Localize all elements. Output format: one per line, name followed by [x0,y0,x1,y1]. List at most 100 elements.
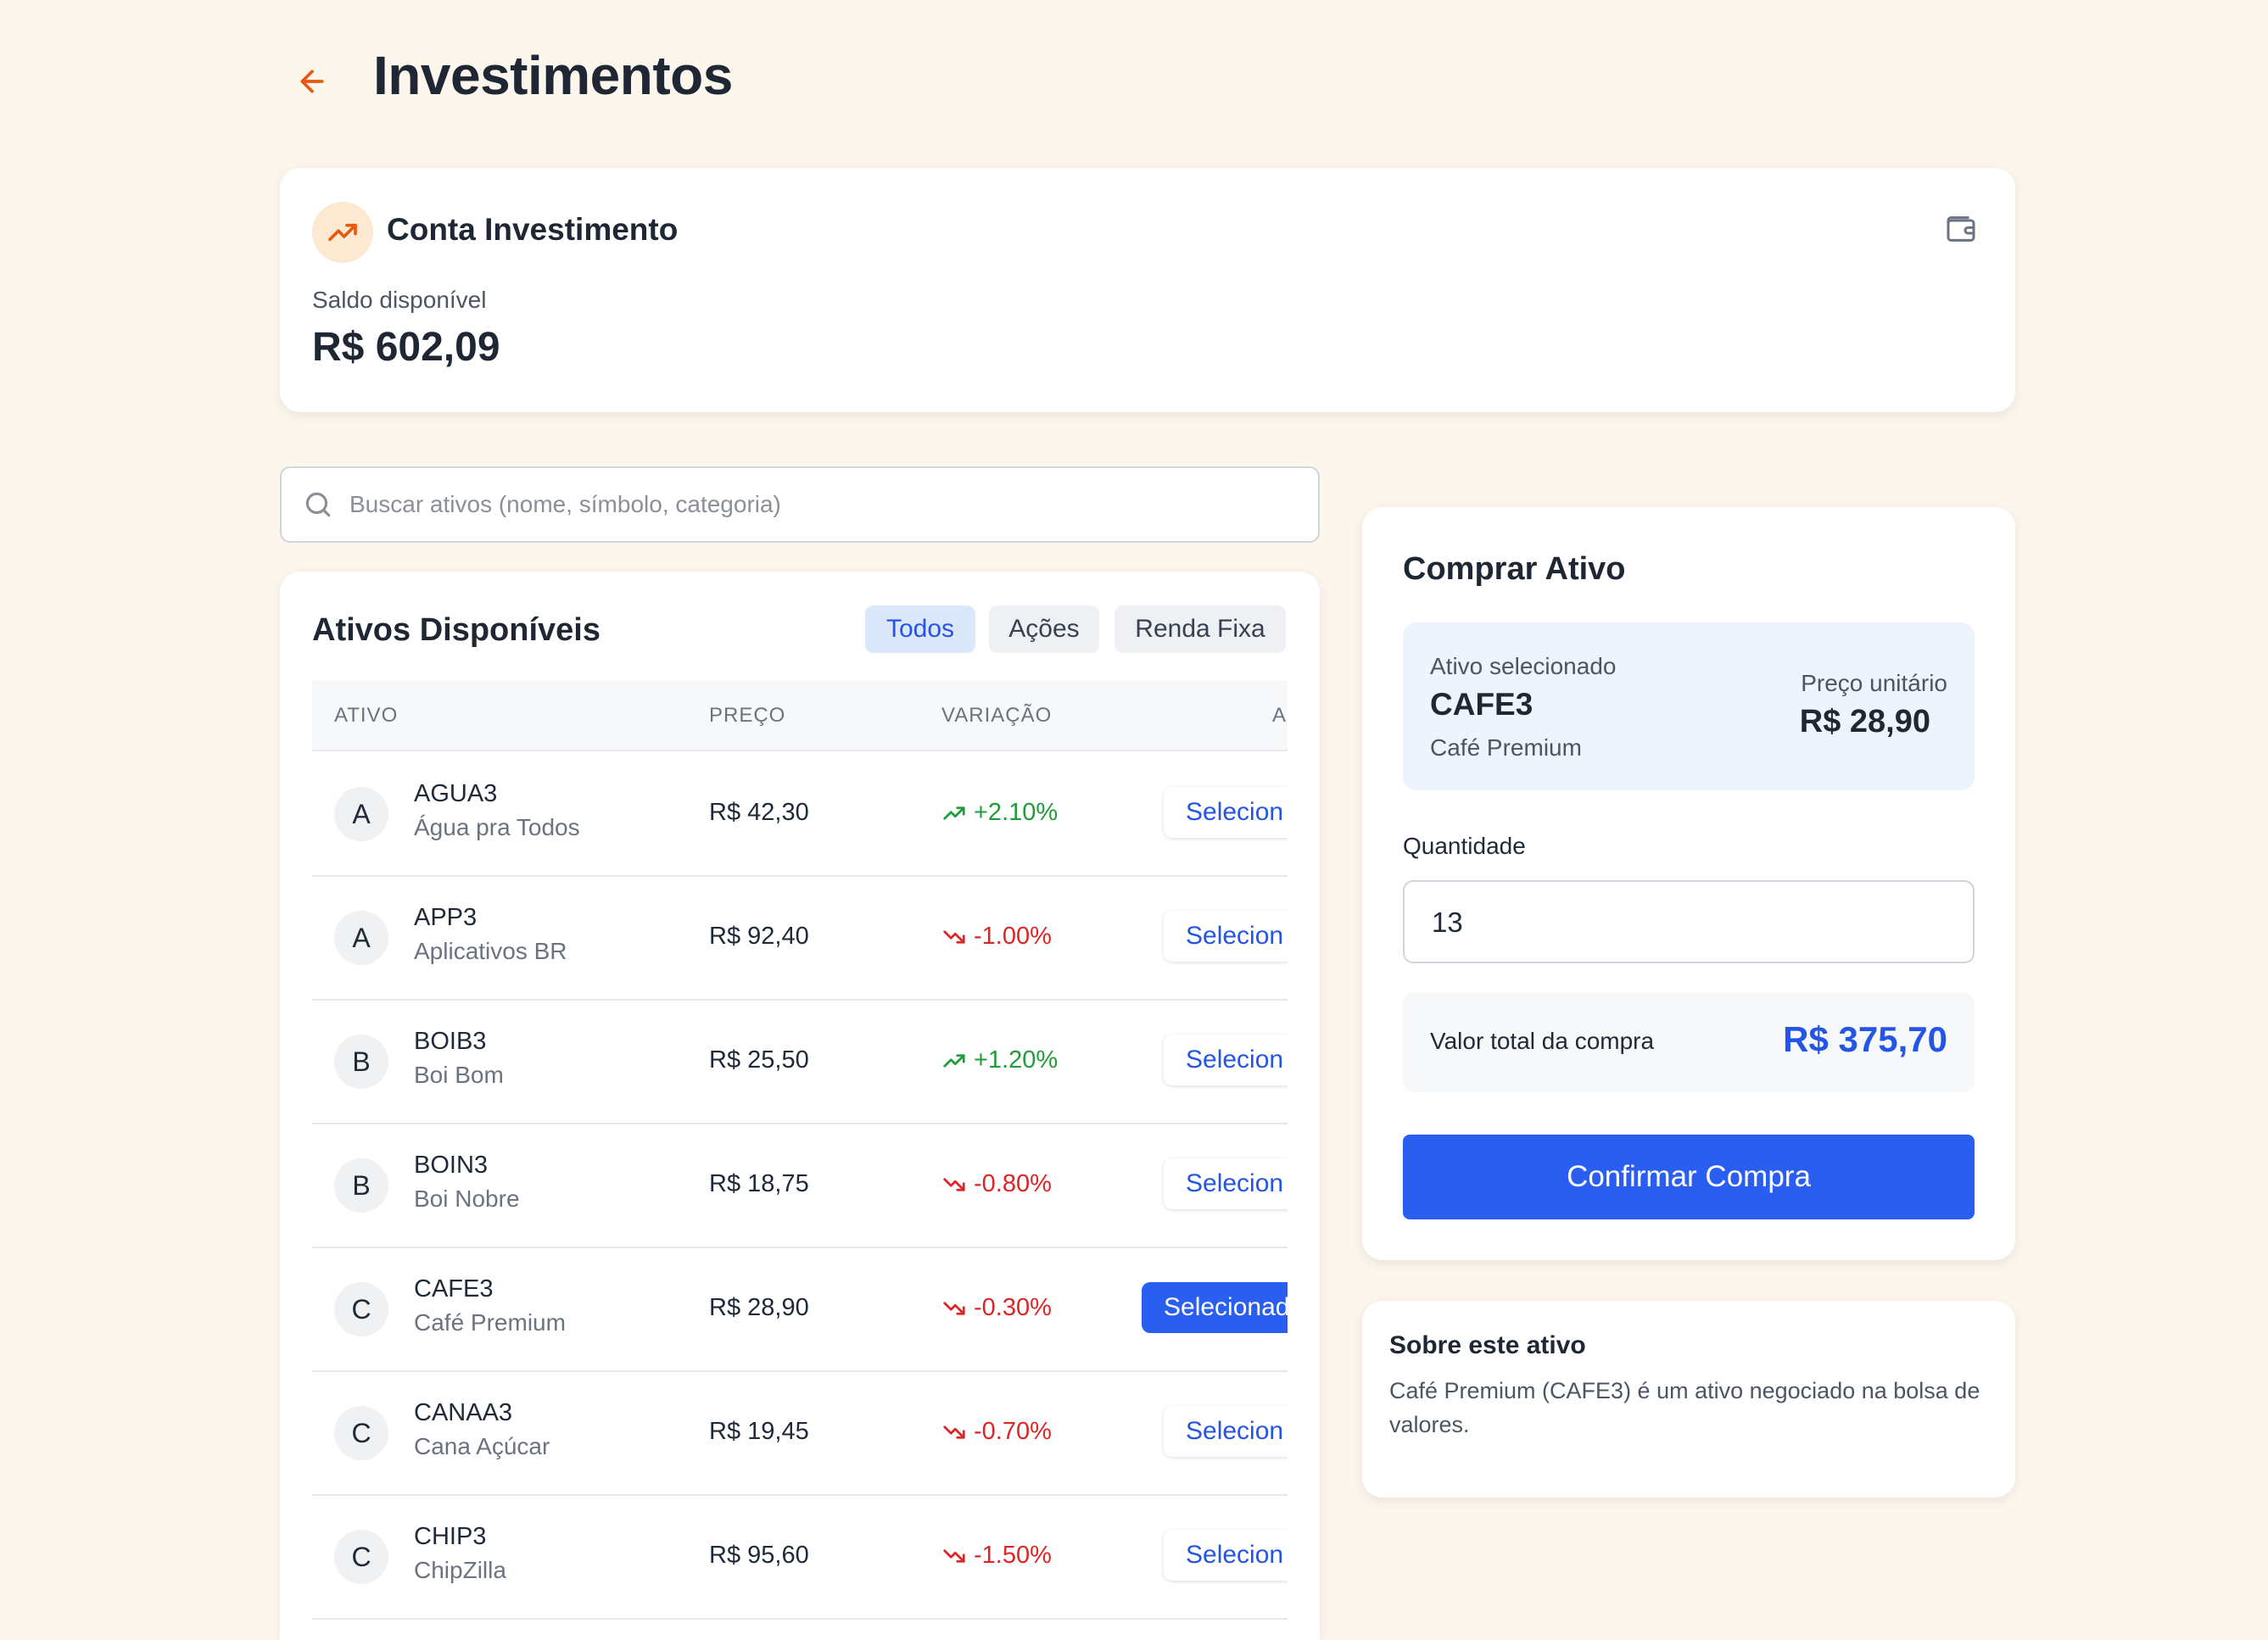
account-card: Conta Investimento Saldo disponível R$ 6… [280,168,2015,412]
change-value: +2.10% [974,799,1059,826]
asset-name: Cana Açúcar [414,1433,550,1459]
asset-price: R$ 19,45 [709,1418,809,1445]
asset-symbol: CANAA3 [414,1399,513,1426]
trending-down-icon [943,1425,965,1439]
confirm-purchase-button[interactable]: Confirmar Compra [1403,1135,1975,1219]
change-value: +1.20% [974,1046,1059,1074]
column-preco: PREÇO [709,704,786,727]
select-button[interactable]: Selecion [1164,1158,1288,1209]
column-acao: A [1272,704,1288,727]
buy-card: Comprar Ativo Ativo selecionado CAFE3 Ca… [1362,507,2015,1260]
balance-value: R$ 602,09 [312,325,500,370]
asset-price: R$ 28,90 [709,1294,809,1321]
trending-down-icon [943,1177,965,1191]
table-row: A APP3 Aplicativos BR R$ 92,40 -1.00% Se… [312,875,1288,1001]
change-value: -0.30% [974,1294,1052,1321]
avatar: B [334,1035,388,1089]
asset-change: +2.10% [941,799,1058,827]
avatar: A [334,911,388,965]
asset-name: Boi Nobre [414,1185,520,1212]
buy-title: Comprar Ativo [1403,551,1626,587]
asset-price: R$ 18,75 [709,1170,809,1197]
balance-label: Saldo disponível [312,287,487,313]
asset-symbol: BOIN3 [414,1152,489,1179]
unit-price-value: R$ 28,90 [1799,704,1930,739]
change-value: -0.80% [974,1170,1052,1197]
total-value: R$ 375,70 [1783,1019,1947,1059]
about-text: Café Premium (CAFE3) é um ativo negociad… [1389,1378,1980,1437]
selected-asset-label: Ativo selecionado [1430,653,1617,679]
asset-price: R$ 25,50 [709,1046,809,1074]
trending-up-icon [312,202,373,263]
table-row: C CHIP3 ChipZilla R$ 95,60 -1.50% Seleci… [312,1494,1288,1620]
selected-button[interactable]: Selecionad [1142,1282,1288,1333]
trending-down-icon [943,929,965,944]
total-box: Valor total da compra R$ 375,70 [1403,992,1975,1092]
avatar: B [334,1158,388,1213]
trending-up-icon [943,806,965,820]
select-button[interactable]: Selecion [1164,1035,1288,1085]
avatar: C [334,1282,388,1336]
asset-symbol: BOIB3 [414,1028,487,1055]
about-card: Sobre este ativo Café Premium (CAFE3) é … [1362,1301,2015,1498]
table-row: C CANAA3 Cana Açúcar R$ 19,45 -0.70% Sel… [312,1370,1288,1496]
change-value: -1.50% [974,1542,1052,1569]
quantity-input[interactable] [1430,906,1942,940]
select-button[interactable]: Selecion [1164,911,1288,962]
select-button[interactable]: Selecion [1164,1530,1288,1581]
filter-todos[interactable]: Todos [865,605,975,653]
asset-change: -1.00% [941,923,1052,951]
asset-change: -0.70% [941,1418,1052,1446]
unit-price-label: Preço unitário [1801,670,1947,696]
column-variacao: VARIAÇÃO [941,704,1053,727]
asset-name: Água pra Todos [414,814,580,840]
asset-name: ChipZilla [414,1557,506,1583]
asset-change: -0.30% [941,1294,1052,1322]
assets-table: ATIVO PREÇO VARIAÇÃO A A AGUA3 Água pra … [312,680,1288,1640]
assets-title: Ativos Disponíveis [312,612,601,648]
asset-name: Boi Bom [414,1062,504,1088]
arrow-left-icon [300,70,324,93]
asset-price: R$ 95,60 [709,1542,809,1569]
change-value: -1.00% [974,923,1052,950]
asset-symbol: APP3 [414,904,478,931]
asset-name: Aplicativos BR [414,938,567,964]
table-row: B BOIB3 Boi Bom R$ 25,50 +1.20% Selecion [312,999,1288,1124]
trending-down-icon [943,1301,965,1315]
select-button[interactable]: Selecion [1164,787,1288,838]
trending-up-icon [943,1053,965,1068]
avatar: A [334,787,388,841]
filter-renda-fixa[interactable]: Renda Fixa [1114,605,1286,653]
page-title: Investimentos [373,45,733,106]
asset-name: Café Premium [414,1309,566,1336]
selected-asset-box: Ativo selecionado CAFE3 Café Premium Pre… [1403,622,1975,790]
quantity-label: Quantidade [1403,833,1526,859]
asset-symbol: CHIP3 [414,1523,487,1550]
table-row: A AGUA3 Água pra Todos R$ 42,30 +2.10% S… [312,751,1288,877]
search-icon [305,492,331,517]
quantity-field [1403,880,1975,963]
trending-down-icon [943,1548,965,1563]
account-title: Conta Investimento [387,212,679,247]
selected-asset-symbol: CAFE3 [1430,687,1533,722]
select-button[interactable]: Selecion [1164,1406,1288,1457]
avatar: C [334,1530,388,1584]
assets-card: Ativos Disponíveis Todos Ações Renda Fix… [280,572,1320,1640]
back-button[interactable] [288,58,336,105]
column-ativo: ATIVO [334,704,399,727]
search-box [280,466,1320,543]
asset-price: R$ 42,30 [709,799,809,826]
table-row: B BOIN3 Boi Nobre R$ 18,75 -0.80% Seleci… [312,1123,1288,1248]
change-value: -0.70% [974,1418,1052,1445]
asset-price: R$ 92,40 [709,923,809,950]
asset-change: -0.80% [941,1170,1052,1198]
selected-asset-name: Café Premium [1430,734,1582,761]
table-row: C CAFE3 Café Premium R$ 28,90 -0.30% Sel… [312,1247,1288,1372]
asset-symbol: AGUA3 [414,780,498,807]
asset-symbol: CAFE3 [414,1275,494,1303]
filter-acoes[interactable]: Ações [989,605,1099,653]
asset-change: -1.50% [941,1542,1052,1570]
search-input[interactable] [348,490,1284,519]
about-title: Sobre este ativo [1389,1331,1586,1359]
wallet-icon[interactable] [1944,212,1981,249]
